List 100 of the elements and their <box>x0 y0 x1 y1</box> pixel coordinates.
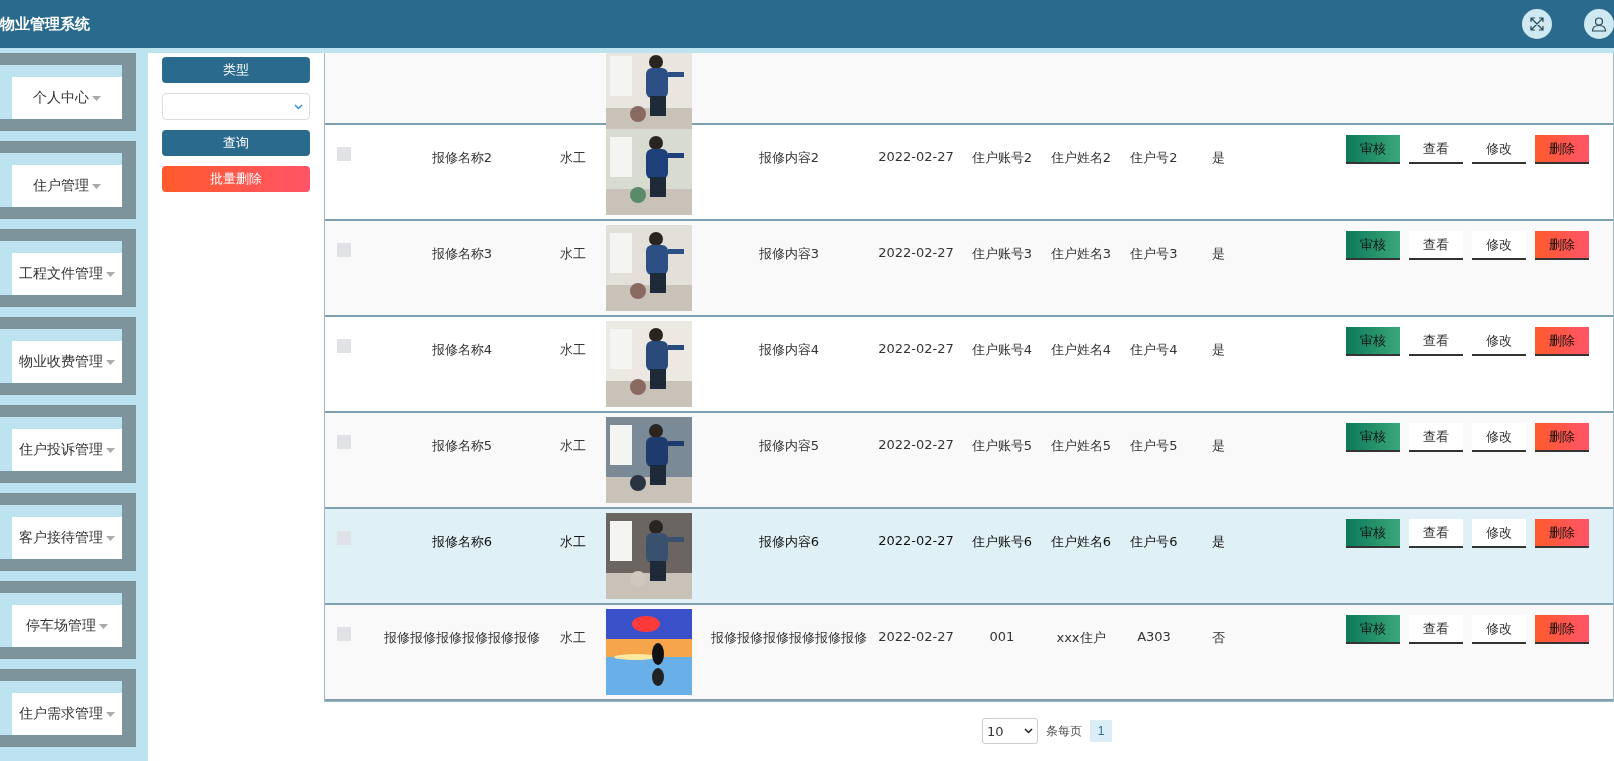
table-cell: A303 <box>1137 629 1171 644</box>
table-cell: 是 <box>1211 150 1225 165</box>
page-button[interactable]: 1 <box>1090 720 1112 742</box>
table-cell: 2022-02-27 <box>878 341 954 356</box>
table-cell: 是 <box>1211 342 1225 357</box>
action-button[interactable]: 删除 <box>1535 327 1589 356</box>
table-cell: 住户号5 <box>1130 438 1178 453</box>
action-button[interactable]: 审核 <box>1346 423 1400 452</box>
action-button[interactable]: 审核 <box>1346 231 1400 260</box>
table-cell: 2022-02-27 <box>878 437 954 452</box>
action-button[interactable]: 查看 <box>1409 231 1463 260</box>
caret-icon <box>106 271 115 277</box>
table-cell: 报修内容2 <box>758 150 820 165</box>
filter-label: 类型 <box>162 57 310 83</box>
table-cell: 住户账号5 <box>971 438 1033 453</box>
action-button[interactable]: 修改 <box>1472 519 1526 548</box>
table-cell: 住户号3 <box>1130 246 1178 261</box>
table-cell: 水工 <box>560 150 586 165</box>
table-cell: 住户账号3 <box>971 246 1033 261</box>
action-button[interactable]: 修改 <box>1472 231 1526 260</box>
caret-icon <box>92 183 101 189</box>
caret-icon <box>106 447 115 453</box>
table-cell: 报修内容6 <box>758 534 820 549</box>
caret-icon <box>106 535 115 541</box>
action-button[interactable]: 审核 <box>1346 519 1400 548</box>
table-cell: 报修报修报修报修报修报修 <box>384 630 540 645</box>
table-cell: 住户账号2 <box>971 150 1033 165</box>
table-cell: 是 <box>1211 534 1225 549</box>
table-cell: 住户姓名6 <box>1050 534 1112 549</box>
table-cell: 住户姓名3 <box>1050 246 1112 261</box>
search-button[interactable]: 查询 <box>162 130 310 156</box>
table-cell: 住户姓名4 <box>1050 342 1112 357</box>
action-button[interactable]: 查看 <box>1409 423 1463 452</box>
page-size-label: 条每页 <box>1046 722 1082 740</box>
row-checkbox[interactable] <box>337 339 351 353</box>
table-cell: 住户号4 <box>1130 342 1178 357</box>
sidebar-item[interactable]: 工程文件管理 <box>0 229 136 307</box>
table-cell: 水工 <box>560 630 586 645</box>
caret-icon <box>106 711 115 717</box>
table-cell: 住户账号4 <box>971 342 1033 357</box>
action-button[interactable]: 删除 <box>1535 615 1589 644</box>
action-button[interactable]: 查看 <box>1409 519 1463 548</box>
caret-icon <box>106 359 115 365</box>
table-cell: 报修内容4 <box>758 342 820 357</box>
table-cell: 水工 <box>560 246 586 261</box>
user-icon <box>1591 16 1607 32</box>
table-cell: 2022-02-27 <box>878 533 954 548</box>
table-cell: 水工 <box>560 342 586 357</box>
table-cell: 住户姓名2 <box>1050 150 1112 165</box>
row-checkbox[interactable] <box>337 147 351 161</box>
table-cell: 住户号2 <box>1130 150 1178 165</box>
table-cell: 是 <box>1211 246 1225 261</box>
table-cell: 住户姓名5 <box>1050 438 1112 453</box>
table-cell: 报修名称2 <box>431 150 493 165</box>
user-button[interactable] <box>1584 9 1614 39</box>
row-checkbox[interactable] <box>337 435 351 449</box>
sidebar-item[interactable]: 个人中心 <box>0 53 136 131</box>
table-cell: 报修名称4 <box>431 342 493 357</box>
table-cell: 2022-02-27 <box>878 149 954 164</box>
table-cell: 否 <box>1211 630 1225 645</box>
sidebar-item[interactable]: 客户接待管理 <box>0 493 136 571</box>
page-size-select[interactable]: 10 <box>982 718 1038 744</box>
sidebar-item[interactable]: 住户需求管理 <box>0 669 136 747</box>
action-button[interactable]: 删除 <box>1535 135 1589 164</box>
action-button[interactable]: 审核 <box>1346 615 1400 644</box>
action-button[interactable]: 审核 <box>1346 135 1400 164</box>
table-cell: 水工 <box>560 438 586 453</box>
sidebar-item[interactable]: 停车场管理 <box>0 581 136 659</box>
action-button[interactable]: 修改 <box>1472 615 1526 644</box>
fullscreen-icon <box>1529 16 1545 32</box>
table-cell: 报修名称5 <box>431 438 493 453</box>
table-cell: 报修名称6 <box>431 534 493 549</box>
caret-icon <box>99 623 108 629</box>
type-select[interactable] <box>162 93 310 120</box>
table-cell: 报修内容3 <box>758 246 820 261</box>
action-button[interactable]: 删除 <box>1535 231 1589 260</box>
caret-icon <box>92 95 101 101</box>
table-cell: xxx住户 <box>1056 630 1106 645</box>
row-checkbox[interactable] <box>337 627 351 641</box>
table-cell: 住户号6 <box>1130 534 1178 549</box>
table-cell: 2022-02-27 <box>878 629 954 644</box>
table-cell: 报修名称3 <box>431 246 493 261</box>
table-cell: 水工 <box>560 534 586 549</box>
table-cell: 住户账号6 <box>971 534 1033 549</box>
row-checkbox[interactable] <box>337 243 351 257</box>
action-button[interactable]: 查看 <box>1409 615 1463 644</box>
action-button[interactable]: 修改 <box>1472 423 1526 452</box>
action-button[interactable]: 删除 <box>1535 519 1589 548</box>
sidebar-item[interactable]: 住户管理 <box>0 141 136 219</box>
sidebar-item[interactable]: 住户投诉管理 <box>0 405 136 483</box>
table-cell: 报修报修报修报修报修报修 <box>711 630 867 645</box>
action-button[interactable]: 审核 <box>1346 327 1400 356</box>
chevron-down-icon <box>1024 728 1033 734</box>
app-title: 物业管理系统 <box>0 14 90 34</box>
chevron-down-icon <box>294 103 303 110</box>
sidebar-item[interactable]: 物业收费管理 <box>0 317 136 395</box>
action-button[interactable]: 删除 <box>1535 423 1589 452</box>
table-cell: 001 <box>989 629 1015 644</box>
fullscreen-button[interactable] <box>1522 9 1552 39</box>
table-cell: 报修内容5 <box>758 438 820 453</box>
